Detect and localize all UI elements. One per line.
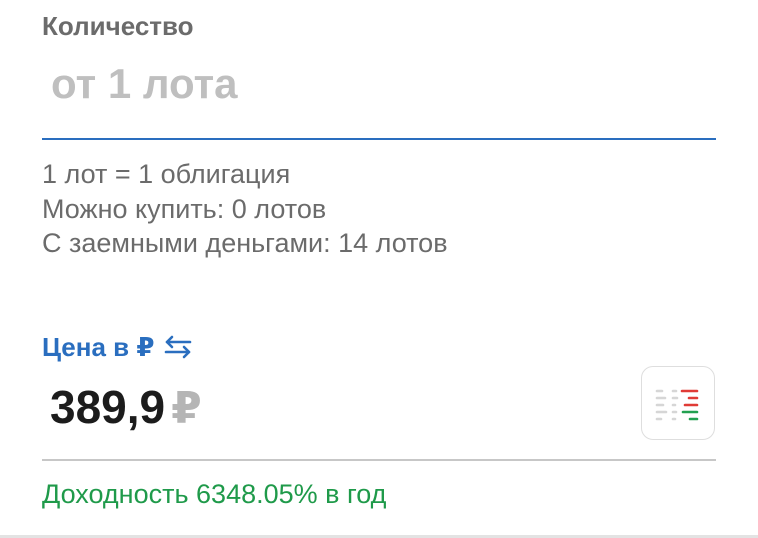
price-currency-symbol: ₽ xyxy=(171,384,202,433)
yield-info: Доходность 6348.05% в год xyxy=(42,479,387,509)
can-buy-info: Можно купить: 0 лотов xyxy=(42,194,327,224)
margin-info: С заемными деньгами: 14 лотов xyxy=(42,228,448,258)
order-book-button[interactable] xyxy=(641,366,715,440)
price-divider xyxy=(42,459,716,461)
price-label: Цена в ₽ xyxy=(42,331,155,362)
price-value: 389,9 xyxy=(50,381,166,433)
order-book-icon xyxy=(655,389,699,421)
price-currency-toggle[interactable]: Цена в ₽ xyxy=(42,330,194,364)
lot-size-info: 1 лот = 1 облигация xyxy=(42,159,291,189)
quantity-label: Количество xyxy=(42,11,194,41)
price-field[interactable]: 389,9 ₽ xyxy=(50,380,202,436)
swap-arrows-icon xyxy=(165,335,192,359)
quantity-input[interactable] xyxy=(42,60,716,140)
